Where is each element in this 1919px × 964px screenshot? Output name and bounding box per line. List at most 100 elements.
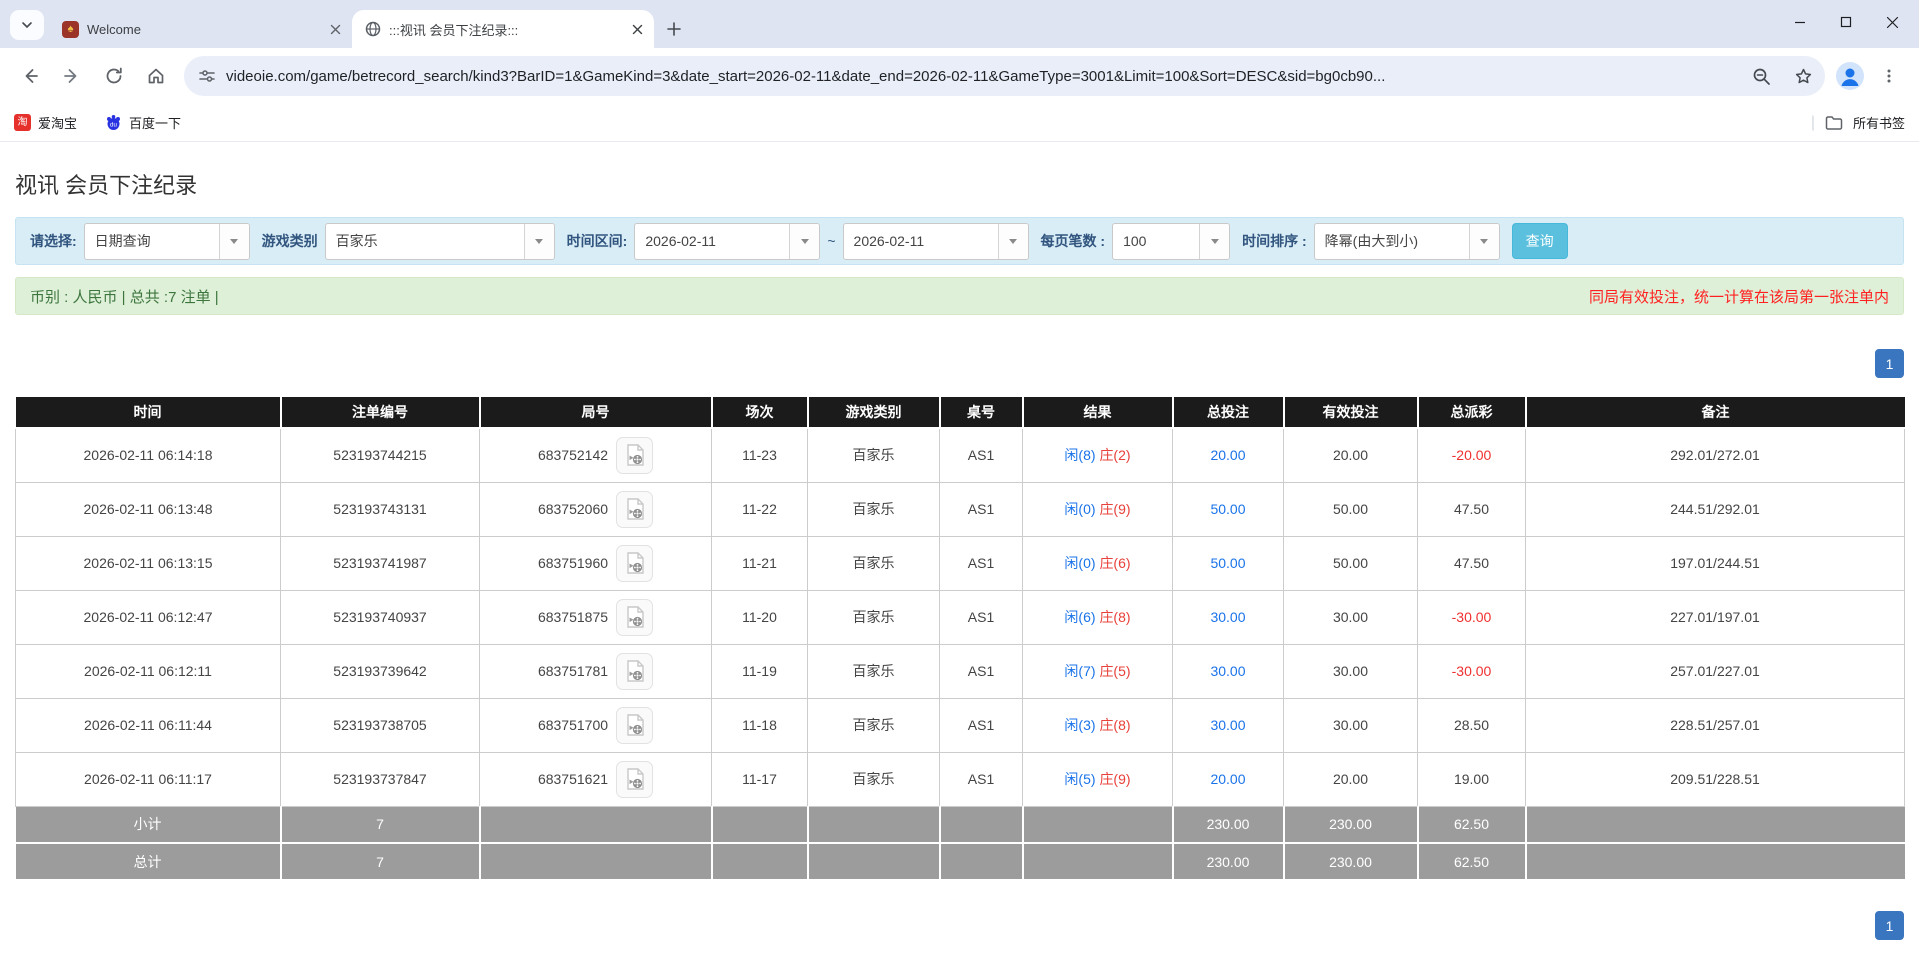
date-end-value: 2026-02-11 [853, 233, 925, 249]
result-banker: 庄(8) [1099, 609, 1131, 625]
pagination-top: 1 [15, 349, 1904, 378]
zoom-button[interactable] [1745, 60, 1777, 92]
table-row: 2026-02-11 06:14:18 523193744215 6837521… [15, 427, 1905, 483]
game-kind-value: 百家乐 [335, 233, 378, 249]
cell-time: 2026-02-11 06:11:17 [15, 751, 281, 807]
query-type-value: 日期查询 [94, 233, 151, 249]
cell-total-bet: 30.00 [1172, 697, 1284, 753]
close-tab-icon[interactable] [326, 20, 344, 38]
cell-valid-bet: 50.00 [1283, 481, 1418, 537]
bet-record-table: 时间 注单编号 局号 场次 游戏类别 桌号 结果 总投注 有效投注 总派彩 备注 2026-02-1… [15, 397, 1905, 881]
zoom-out-icon [1753, 68, 1770, 85]
dropdown-caret[interactable] [997, 223, 1028, 259]
cell-total-bet: 20.00 [1172, 751, 1284, 807]
new-tab-button[interactable] [660, 15, 688, 43]
home-icon [148, 68, 164, 84]
minimize-icon [1795, 21, 1805, 24]
back-button[interactable] [10, 56, 50, 96]
video-replay-button[interactable] [616, 490, 654, 528]
game-kind-select[interactable]: 百家乐 [324, 222, 555, 260]
video-file-icon [626, 552, 644, 574]
query-type-select[interactable]: 日期查询 [83, 222, 250, 260]
video-replay-button[interactable] [616, 436, 654, 474]
dropdown-caret[interactable] [1199, 223, 1230, 259]
cell-table-no: AS1 [939, 535, 1023, 591]
result-banker: 庄(2) [1099, 447, 1131, 464]
dropdown-caret[interactable] [218, 223, 249, 259]
page-1-button[interactable]: 1 [1875, 911, 1904, 940]
address-bar[interactable]: videoie.com/game/betrecord_search/kind3?… [184, 56, 1825, 96]
round-id: 683751621 [537, 771, 609, 787]
table-row: 2026-02-11 06:12:11 523193739642 6837517… [15, 643, 1905, 699]
video-replay-button[interactable] [616, 706, 654, 744]
cell-result: 闲(5) 庄(9) [1022, 751, 1173, 807]
cell-time: 2026-02-11 06:12:11 [15, 643, 281, 699]
sort-label: 时间排序 : [1242, 233, 1307, 249]
date-start-select[interactable]: 2026-02-11 [634, 222, 821, 260]
all-bookmarks[interactable]: | 所有书签 [1811, 113, 1905, 132]
page-1-button[interactable]: 1 [1875, 349, 1904, 378]
result-player: 闲(5) [1064, 771, 1096, 787]
summary-empty [939, 806, 1024, 844]
sort-select[interactable]: 降幂(由大到小) [1313, 222, 1500, 260]
cell-time: 2026-02-11 06:11:44 [15, 697, 281, 753]
video-file-icon [626, 606, 644, 628]
close-window-button[interactable] [1869, 2, 1915, 42]
url-text[interactable]: videoie.com/game/betrecord_search/kind3?… [226, 68, 1735, 85]
cell-table-no: AS1 [939, 589, 1023, 645]
browser-toolbar: videoie.com/game/betrecord_search/kind3?… [0, 48, 1919, 104]
video-replay-button[interactable] [616, 544, 654, 582]
select-type-label: 请选择: [30, 233, 77, 249]
cell-valid-bet: 20.00 [1283, 751, 1418, 807]
search-button[interactable]: 查询 [1511, 223, 1568, 259]
cell-table-no: AS1 [939, 697, 1023, 753]
table-row: 2026-02-11 06:12:47 523193740937 6837518… [15, 589, 1905, 645]
per-page-select[interactable]: 100 [1112, 222, 1231, 260]
result-banker: 庄(9) [1099, 771, 1131, 787]
result-player: 闲(0) [1064, 501, 1096, 517]
dropdown-caret[interactable] [1468, 223, 1499, 259]
close-tab-icon[interactable] [628, 20, 646, 38]
tab-bet-record[interactable]: :::视讯 会员下注纪录::: [352, 10, 654, 48]
cell-game-kind: 百家乐 [807, 427, 940, 483]
caret-down-icon [535, 238, 544, 244]
summary-empty [939, 843, 1024, 881]
profile-button[interactable] [1833, 59, 1867, 93]
forward-button[interactable] [52, 56, 92, 96]
maximize-button[interactable] [1823, 2, 1869, 42]
dropdown-caret[interactable] [789, 223, 820, 259]
reload-button[interactable] [94, 56, 134, 96]
cell-bet-id: 523193741987 [280, 535, 480, 591]
cell-round: 683751621 [479, 751, 712, 807]
browser-menu-button[interactable] [1869, 56, 1909, 96]
summary-empty [807, 806, 941, 844]
star-icon [1795, 68, 1811, 83]
cell-note: 257.01/227.01 [1525, 643, 1905, 699]
cell-note: 209.51/228.51 [1525, 751, 1905, 807]
cell-game-kind: 百家乐 [807, 643, 940, 699]
cell-valid-bet: 30.00 [1283, 697, 1418, 753]
minimize-button[interactable] [1777, 2, 1823, 42]
bookmark-page-button[interactable] [1787, 60, 1819, 92]
video-file-icon [626, 714, 644, 736]
bookmark-taobao[interactable]: 淘 爱淘宝 [14, 113, 77, 132]
cell-total-bet: 30.00 [1172, 589, 1284, 645]
cell-round: 683752142 [479, 427, 712, 483]
video-replay-button[interactable] [616, 598, 654, 636]
pagination-bottom: 1 [15, 911, 1904, 940]
tab-search-button[interactable] [10, 10, 44, 40]
video-replay-button[interactable] [616, 652, 654, 690]
video-replay-button[interactable] [616, 760, 654, 798]
date-end-select[interactable]: 2026-02-11 [842, 222, 1029, 260]
table-header-row: 时间 注单编号 局号 场次 游戏类别 桌号 结果 总投注 有效投注 总派彩 备注 [15, 397, 1905, 429]
bookmark-baidu[interactable]: du 百度一下 [105, 113, 181, 132]
cell-valid-bet: 30.00 [1283, 643, 1418, 699]
cell-bet-id: 523193740937 [280, 589, 480, 645]
summary-valid-bet: 230.00 [1283, 806, 1419, 844]
home-button[interactable] [136, 56, 176, 96]
dropdown-caret[interactable] [523, 223, 554, 259]
summary-total-bet: 230.00 [1172, 806, 1285, 844]
table-summary-row: 总计 7 230.00 230.00 62.50 [15, 843, 1905, 881]
cell-payout: -30.00 [1417, 643, 1526, 699]
tab-welcome[interactable]: ♠ Welcome [50, 10, 352, 48]
